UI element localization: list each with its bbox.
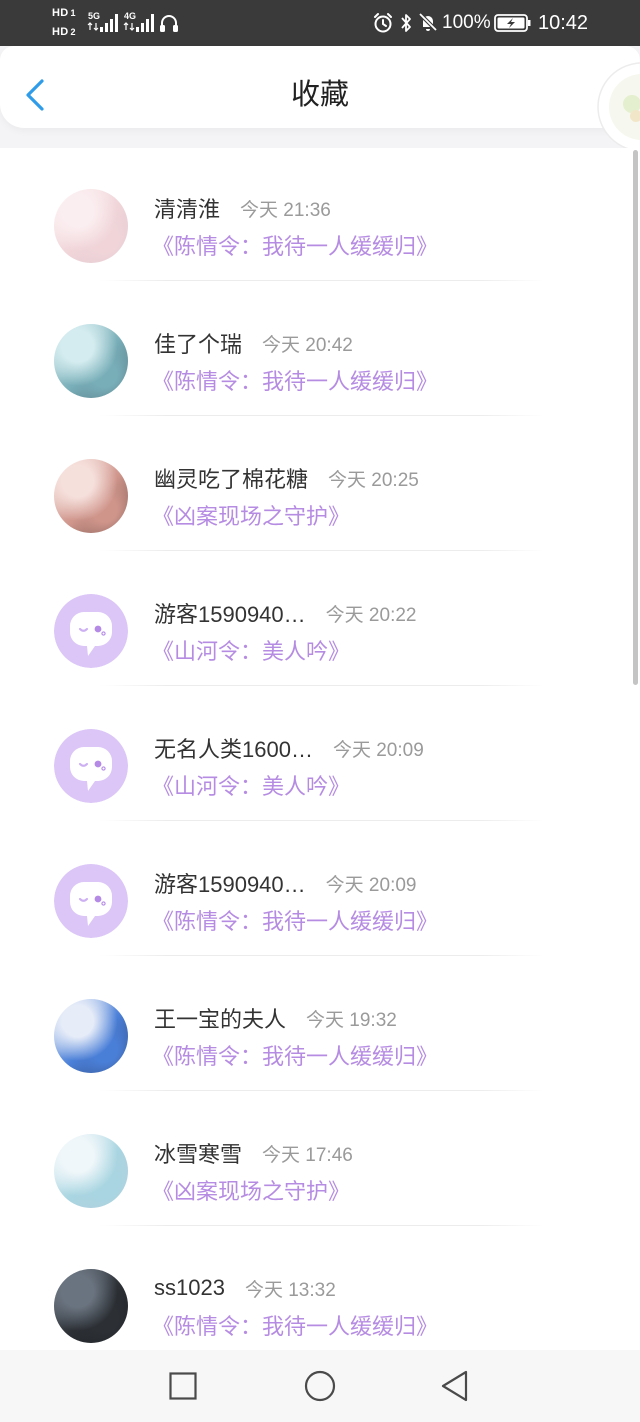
item-divider (100, 1090, 545, 1091)
battery-charging-icon (494, 14, 531, 32)
avatar[interactable] (54, 864, 128, 938)
timestamp: 今天 13:32 (244, 1279, 336, 1301)
home-icon (304, 1370, 336, 1402)
item-header-row: 游客1590940… 今天 20:09 (154, 868, 416, 898)
timestamp: 今天 19:32 (306, 1009, 397, 1031)
item-header-row: 佳了个瑞 今天 20:42 (154, 328, 353, 358)
timestamp: 今天 20:09 (332, 739, 424, 761)
item-header-row: 冰雪寒雪 今天 17:46 (154, 1138, 353, 1168)
book-title-link[interactable]: 《山河令：美人吟》 (152, 772, 350, 802)
data-activity-icon (87, 22, 99, 31)
floating-assistant-button[interactable] (596, 60, 640, 154)
favorite-item[interactable]: 无名人类1600… 今天 20:09 《山河令：美人吟》 (0, 688, 640, 823)
book-title-link[interactable]: 《山河令：美人吟》 (152, 637, 350, 667)
battery-percent: 100% (442, 12, 491, 33)
book-title-link[interactable]: 《凶案现场之守护》 (152, 502, 350, 532)
book-title-link[interactable]: 《陈情令：我待一人缓缓归》 (152, 1042, 438, 1072)
system-nav-bar (0, 1350, 640, 1422)
alarm-icon (374, 13, 392, 33)
headphones-icon (160, 15, 178, 32)
timestamp: 今天 17:46 (262, 1144, 353, 1166)
item-divider (100, 820, 545, 821)
favorite-item[interactable]: 游客1590940… 今天 20:22 《山河令：美人吟》 (0, 553, 640, 688)
item-divider (100, 280, 545, 281)
favorite-item[interactable]: 冰雪寒雪 今天 17:46 《凶案现场之守护》 (0, 1093, 640, 1228)
book-title-link[interactable]: 《陈情令：我待一人缓缓归》 (152, 1312, 438, 1342)
favorite-item[interactable]: 王一宝的夫人 今天 19:32 《陈情令：我待一人缓缓归》 (0, 958, 640, 1093)
user-name[interactable]: 游客1590940… (154, 867, 306, 899)
back-nav-button[interactable] (436, 1366, 476, 1406)
scrollbar[interactable] (633, 150, 638, 685)
favorite-item[interactable]: ss1023 今天 13:32 《陈情令：我待一人缓缓归》 (0, 1228, 640, 1350)
user-name[interactable]: 王一宝的夫人 (154, 1002, 286, 1034)
avatar[interactable] (54, 999, 128, 1073)
hd-label: HD (52, 7, 69, 19)
back-icon (441, 1370, 468, 1402)
avatar[interactable] (54, 729, 128, 803)
book-title-link[interactable]: 《陈情令：我待一人缓缓归》 (152, 907, 438, 937)
hd-voice-badge-1: HD 1 (52, 6, 76, 20)
favorite-item[interactable]: 幽灵吃了棉花糖 今天 20:25 《凶案现场之守护》 (0, 418, 640, 553)
chat-bubble-face-icon (54, 864, 128, 938)
item-header-row: 幽灵吃了棉花糖 今天 20:25 (154, 463, 419, 493)
favorites-list: 清清淮 今天 21:36 《陈情令：我待一人缓缓归》 佳了个瑞 今天 20:42… (0, 148, 640, 1350)
avatar[interactable] (54, 1134, 128, 1208)
recent-apps-button[interactable] (163, 1366, 203, 1406)
avatar[interactable] (54, 324, 128, 398)
bluetooth-icon (401, 14, 411, 32)
sim-2-label: 2 (70, 27, 76, 37)
item-header-row: 游客1590940… 今天 20:22 (154, 598, 416, 628)
timestamp: 今天 20:09 (325, 874, 417, 896)
item-header-row: ss1023 今天 13:32 (154, 1273, 336, 1303)
favorite-item[interactable]: 清清淮 今天 21:36 《陈情令：我待一人缓缓归》 (0, 148, 640, 283)
user-name[interactable]: 幽灵吃了棉花糖 (154, 462, 308, 494)
timestamp: 今天 20:42 (262, 334, 353, 356)
chat-bubble-face-icon (54, 594, 128, 668)
user-name[interactable]: 游客1590940… (154, 597, 306, 629)
chat-bubble-face-icon (54, 729, 128, 803)
item-divider (100, 415, 545, 416)
user-name[interactable]: 无名人类1600… (154, 732, 313, 764)
sim-1-label: 1 (70, 8, 76, 18)
signal-bars-icon (136, 14, 154, 32)
user-name[interactable]: 佳了个瑞 (154, 327, 242, 359)
page-title: 收藏 (290, 79, 349, 111)
home-button[interactable] (300, 1366, 340, 1406)
book-title-link[interactable]: 《陈情令：我待一人缓缓归》 (152, 232, 438, 262)
signal-bars-icon (100, 14, 118, 32)
bell-muted-icon (418, 12, 438, 32)
header: 收藏 (0, 46, 640, 128)
recent-apps-icon (169, 1372, 197, 1400)
user-name[interactable]: 清清淮 (154, 192, 220, 224)
network-type-1: 5G (88, 11, 101, 21)
item-divider (100, 550, 545, 551)
clock: 10:42 (538, 12, 589, 34)
item-divider (100, 955, 545, 956)
book-title-link[interactable]: 《凶案现场之守护》 (152, 1177, 350, 1207)
hd-label: HD (52, 26, 69, 38)
avatar[interactable] (54, 459, 128, 533)
timestamp: 今天 20:25 (328, 469, 419, 491)
timestamp: 今天 21:36 (240, 199, 331, 221)
user-name[interactable]: ss1023 (154, 1275, 225, 1301)
item-divider (100, 685, 545, 686)
data-activity-icon (123, 22, 135, 31)
item-header-row: 无名人类1600… 今天 20:09 (154, 733, 424, 763)
item-divider (100, 1225, 545, 1226)
item-header-row: 王一宝的夫人 今天 19:32 (154, 1003, 397, 1033)
hd-voice-badge-2: HD 2 (52, 25, 76, 39)
avatar[interactable] (54, 594, 128, 668)
favorite-item[interactable]: 佳了个瑞 今天 20:42 《陈情令：我待一人缓缓归》 (0, 283, 640, 418)
avatar[interactable] (54, 189, 128, 263)
network-type-2: 4G (124, 11, 137, 21)
avatar[interactable] (54, 1269, 128, 1343)
item-header-row: 清清淮 今天 21:36 (154, 193, 331, 223)
book-title-link[interactable]: 《陈情令：我待一人缓缓归》 (152, 367, 438, 397)
status-bar: HD 1 HD 2 5G 4G 100% 10:42 (0, 0, 640, 46)
user-name[interactable]: 冰雪寒雪 (154, 1137, 242, 1169)
timestamp: 今天 20:22 (325, 604, 417, 626)
favorite-item[interactable]: 游客1590940… 今天 20:09 《陈情令：我待一人缓缓归》 (0, 823, 640, 958)
